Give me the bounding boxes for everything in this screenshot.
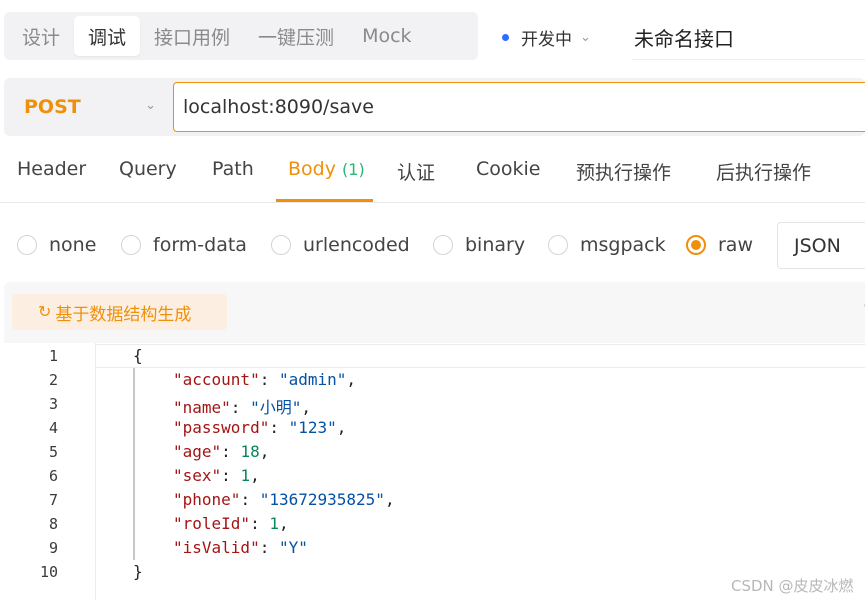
code-line: "isValid": "Y" [173,538,308,557]
radio-urlencoded[interactable]: urlencoded [271,234,410,256]
code-line: "account": "admin", [173,370,357,389]
code-line-open-brace: { [133,346,143,365]
close-brace: } [133,562,143,581]
tab-body[interactable]: Body (1) [288,158,365,180]
radio-msgpack-label: msgpack [580,234,666,256]
tab-header[interactable]: Header [17,158,86,180]
tab-path[interactable]: Path [212,158,254,180]
radio-urlencoded-label: urlencoded [303,234,410,256]
tab-auth[interactable]: 认证 [397,158,435,185]
tab-cookie[interactable]: Cookie [476,158,541,180]
radio-form-data[interactable]: form-data [121,234,247,256]
api-name-field[interactable]: 未命名接口 [632,16,865,60]
json-key: "phone" [173,490,241,509]
tab-design[interactable]: 设计 [8,16,74,56]
json-value: "Y" [278,538,308,557]
open-brace: { [133,346,143,365]
active-tab-indicator [276,199,373,202]
json-key: "roleId" [173,514,251,533]
tab-pre-ops[interactable]: 预执行操作 [576,158,671,185]
line-number: 2 [48,371,58,389]
json-value: 18 [240,442,260,461]
tab-debug[interactable]: 调试 [74,16,141,56]
environment-label: 开发中 [521,29,572,50]
json-value: 1 [240,466,251,485]
radio-circle [17,235,37,255]
radio-form-data-label: form-data [153,234,247,256]
json-comma: , [384,490,395,509]
line-number: 1 [48,347,58,365]
line-number: 8 [48,515,58,533]
json-comma: , [346,370,357,389]
tab-query[interactable]: Query [119,158,177,180]
line-number: 5 [48,443,58,461]
environment-select[interactable]: 开发中 ⌄ [502,22,591,52]
json-key: "sex" [173,466,222,485]
code-line: "name": "小明", [173,398,311,417]
generate-from-schema-button[interactable]: ↻ 基于数据结构生成 [12,294,227,330]
radio-circle-checked [686,235,706,255]
environment-status-dot [502,33,509,41]
line-number: 6 [48,467,58,485]
tab-mock[interactable]: Mock [348,16,425,56]
radio-circle [548,235,568,255]
code-line: "sex": 1, [173,466,260,485]
tab-body-label: Body [288,158,336,180]
radio-none[interactable]: none [17,234,96,256]
json-key: "age" [173,442,222,461]
chevron-down-icon: ⌄ [145,98,156,113]
radio-msgpack[interactable]: msgpack [548,234,666,256]
line-number: 3 [48,395,58,413]
json-key: "isValid" [173,538,260,557]
json-comma: , [278,514,289,533]
code-line: "password": "123", [173,418,347,437]
code-line-close-brace: } [133,562,143,581]
code-line: "roleId": 1, [173,514,289,533]
indent-guide [133,368,135,560]
code-line: "phone": "13672935825", [173,490,395,509]
radio-raw[interactable]: raw [686,234,753,256]
json-key: "password" [173,418,270,437]
line-number: 7 [48,491,58,509]
watermark: CSDN @皮皮冰燃 [731,577,854,595]
json-key: "account" [173,370,260,389]
radio-circle [271,235,291,255]
radio-circle [433,235,453,255]
json-value: 1 [269,514,279,533]
line-number: 10 [39,563,58,581]
json-value: "admin" [278,370,347,389]
request-tabs: Header Query Path Body (1) 认证 Cookie 预执行… [0,148,865,203]
json-comma: , [250,466,260,485]
tab-stress-test[interactable]: 一键压测 [244,16,348,56]
url-input[interactable] [173,82,865,132]
generate-button-label: 基于数据结构生成 [55,304,192,324]
chevron-down-icon: ⌄ [580,29,591,45]
current-line-highlight [96,344,865,368]
code-line: "age": 18, [173,442,270,461]
radio-circle [121,235,141,255]
json-comma: , [301,398,311,417]
line-number-gutter: 1 2 3 4 5 6 7 8 9 10 [4,343,96,600]
tab-api-cases[interactable]: 接口用例 [140,16,244,56]
refresh-icon: ↻ [38,304,52,321]
body-type-options: none form-data urlencoded binary msgpack… [0,222,865,270]
radio-raw-label: raw [718,234,753,256]
body-count-badge: (1) [342,160,365,179]
json-comma: , [259,442,270,461]
radio-binary[interactable]: binary [433,234,525,256]
radio-binary-label: binary [465,234,526,256]
mode-tabs: 设计 调试 接口用例 一键压测 Mock [4,12,478,60]
json-value: "小明" [250,398,302,417]
line-number: 4 [48,419,58,437]
json-value: "13672935825" [259,490,385,509]
raw-format-select[interactable]: JSON [777,222,865,269]
json-key: "name" [173,398,231,417]
radio-none-label: none [49,234,97,256]
line-number: 9 [48,539,58,557]
json-comma: , [336,418,347,437]
method-select[interactable]: POST ⌄ [10,82,170,132]
tab-post-ops[interactable]: 后执行操作 [716,158,811,185]
method-label: POST [24,96,81,118]
json-value: "123" [288,418,337,437]
